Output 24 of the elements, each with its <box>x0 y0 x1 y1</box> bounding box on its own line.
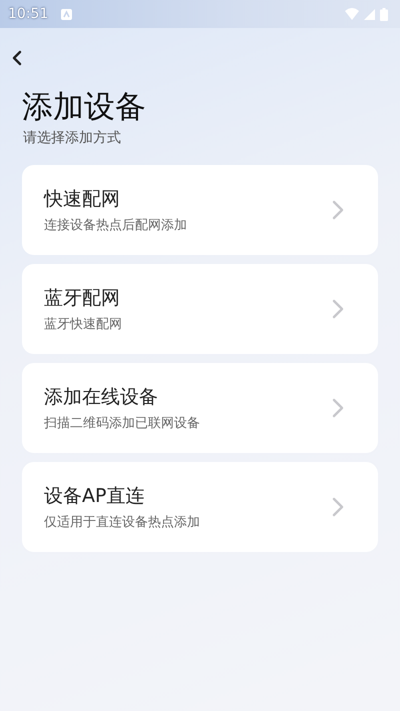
chevron-icon <box>332 200 344 220</box>
back-button[interactable] <box>10 49 24 67</box>
option-title: 设备AP直连 <box>44 484 146 509</box>
notification-icon <box>61 8 72 20</box>
chevron-icon <box>332 497 344 517</box>
option-card[interactable]: 蓝牙配网 蓝牙快速配网 <box>22 264 378 354</box>
page-subtitle: 请选择添加方式 <box>23 129 122 147</box>
option-title: 快速配网 <box>44 187 121 212</box>
option-card[interactable]: 快速配网 连接设备热点后配网添加 <box>22 165 378 255</box>
option-description: 扫描二维码添加已联网设备 <box>44 415 201 432</box>
option-description: 蓝牙快速配网 <box>44 316 123 333</box>
battery-icon <box>380 8 388 20</box>
chevron-icon <box>332 299 344 319</box>
page-title: 添加设备 <box>22 88 147 127</box>
option-title: 添加在线设备 <box>44 385 159 410</box>
option-card[interactable]: 添加在线设备 扫描二维码添加已联网设备 <box>22 363 378 453</box>
status-time: 10:51 <box>8 6 48 22</box>
wifi-icon <box>345 8 359 20</box>
option-description: 连接设备热点后配网添加 <box>44 217 188 234</box>
option-card[interactable]: 设备AP直连 仅适用于直连设备热点添加 <box>22 462 378 552</box>
option-description: 仅适用于直连设备热点添加 <box>44 514 201 531</box>
chevron-icon <box>332 398 344 418</box>
signal-icon <box>364 8 375 20</box>
option-title: 蓝牙配网 <box>44 286 121 311</box>
